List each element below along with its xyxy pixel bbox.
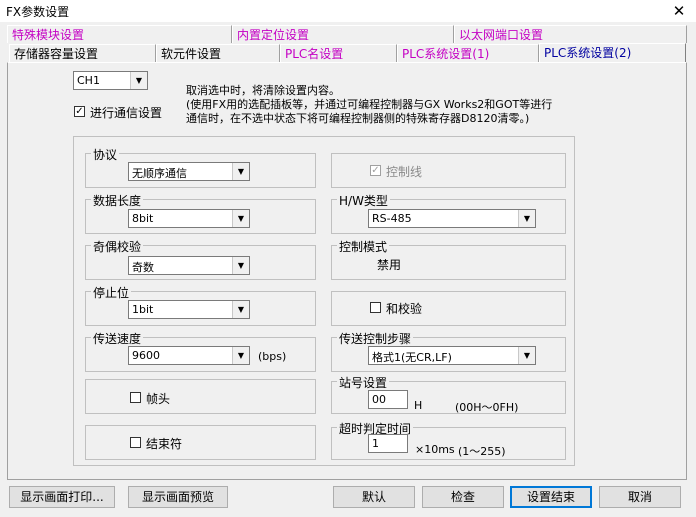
cancel-button[interactable]: 取消	[599, 486, 681, 508]
title-bar: FX参数设置 ✕	[0, 0, 696, 22]
chevron-down-icon: ▼	[232, 301, 249, 318]
chevron-down-icon: ▼	[130, 72, 147, 89]
data-length-label: 数据长度	[91, 192, 144, 209]
sum-check-checkbox[interactable]	[370, 302, 381, 313]
terminator-group	[85, 425, 316, 460]
channel-value: CH1	[77, 74, 100, 87]
chevron-down-icon: ▼	[232, 347, 249, 364]
comm-settings-checkbox[interactable]: ✓	[74, 106, 85, 117]
print-screen-button[interactable]: 显示画面打印...	[9, 486, 115, 508]
check-button[interactable]: 检查	[422, 486, 504, 508]
comm-settings-note: 取消选中时，将清除设置内容。 (使用FX用的选配插板等，并通过可编程控制器与GX…	[186, 84, 553, 125]
tab-plc-system-2[interactable]: PLC系统设置(2)	[539, 43, 686, 63]
comm-settings-label: 进行通信设置	[90, 106, 163, 120]
station-input[interactable]: 00	[368, 390, 408, 409]
stop-bit-value: 1bit	[132, 303, 154, 316]
station-label: 站号设置	[337, 374, 390, 391]
tab-plc-system-1[interactable]: PLC系统设置(1)	[397, 44, 539, 62]
station-value: 00	[372, 393, 386, 406]
terminator-checkbox[interactable]	[130, 437, 141, 448]
timeout-input[interactable]: 1	[368, 434, 408, 453]
tab-device[interactable]: 软元件设置	[156, 44, 280, 62]
hw-type-label: H/W类型	[337, 192, 390, 209]
timeout-value: 1	[372, 437, 379, 450]
stop-bit-label: 停止位	[91, 284, 132, 301]
chevron-down-icon: ▼	[518, 210, 535, 227]
baud-value: 9600	[132, 349, 160, 362]
header-label: 帧头	[146, 392, 171, 406]
preview-screen-button[interactable]: 显示画面预览	[128, 486, 228, 508]
stop-bit-select[interactable]: 1bit ▼	[128, 300, 250, 319]
control-mode-label: 控制模式	[337, 238, 390, 255]
parity-label: 奇偶校验	[91, 238, 144, 255]
sum-check-group	[331, 291, 566, 326]
control-line-checkbox[interactable]: ✓	[370, 165, 381, 176]
header-group	[85, 379, 316, 414]
station-unit: H	[414, 399, 423, 412]
control-mode-value: 禁用	[377, 258, 402, 272]
data-length-select[interactable]: 8bit ▼	[128, 209, 250, 228]
chevron-down-icon: ▼	[232, 257, 249, 274]
chevron-down-icon: ▼	[518, 347, 535, 364]
sum-check-label: 和校验	[386, 302, 423, 316]
hw-type-select[interactable]: RS-485 ▼	[368, 209, 536, 228]
finish-settings-button[interactable]: 设置结束	[510, 486, 592, 508]
hw-type-value: RS-485	[372, 212, 412, 225]
protocol-label: 协议	[91, 146, 120, 163]
tab-memory-capacity[interactable]: 存储器容量设置	[9, 44, 156, 62]
tab-builtin-positioning[interactable]: 内置定位设置	[232, 25, 454, 43]
chevron-down-icon: ▼	[232, 163, 249, 180]
channel-select[interactable]: CH1 ▼	[73, 71, 148, 90]
default-button[interactable]: 默认	[333, 486, 415, 508]
protocol-value: 无顺序通信	[132, 167, 187, 180]
header-checkbox[interactable]	[130, 392, 141, 403]
parity-select[interactable]: 奇数 ▼	[128, 256, 250, 275]
control-line-group	[331, 153, 566, 188]
close-icon[interactable]: ✕	[668, 0, 690, 22]
protocol-select[interactable]: 无顺序通信 ▼	[128, 162, 250, 181]
data-length-value: 8bit	[132, 212, 154, 225]
transfer-control-value: 格式1(无CR,LF)	[372, 351, 452, 364]
control-line-label: 控制线	[386, 165, 423, 179]
chevron-down-icon: ▼	[232, 210, 249, 227]
parity-value: 奇数	[132, 261, 154, 274]
baud-label: 传送速度	[91, 330, 144, 347]
transfer-control-select[interactable]: 格式1(无CR,LF) ▼	[368, 346, 536, 365]
station-range: (00H～0FH)	[455, 401, 519, 414]
timeout-unit: ×10ms	[415, 443, 455, 456]
terminator-label: 结束符	[146, 437, 183, 451]
tab-special-module[interactable]: 特殊模块设置	[7, 25, 232, 43]
tab-plc-name[interactable]: PLC名设置	[280, 44, 397, 62]
window-title: FX参数设置	[6, 5, 70, 19]
transfer-control-label: 传送控制步骤	[337, 330, 414, 347]
baud-select[interactable]: 9600 ▼	[128, 346, 250, 365]
timeout-range: (1～255)	[458, 445, 506, 458]
tab-ethernet-port[interactable]: 以太网端口设置	[454, 25, 687, 43]
baud-unit: (bps)	[258, 350, 287, 363]
